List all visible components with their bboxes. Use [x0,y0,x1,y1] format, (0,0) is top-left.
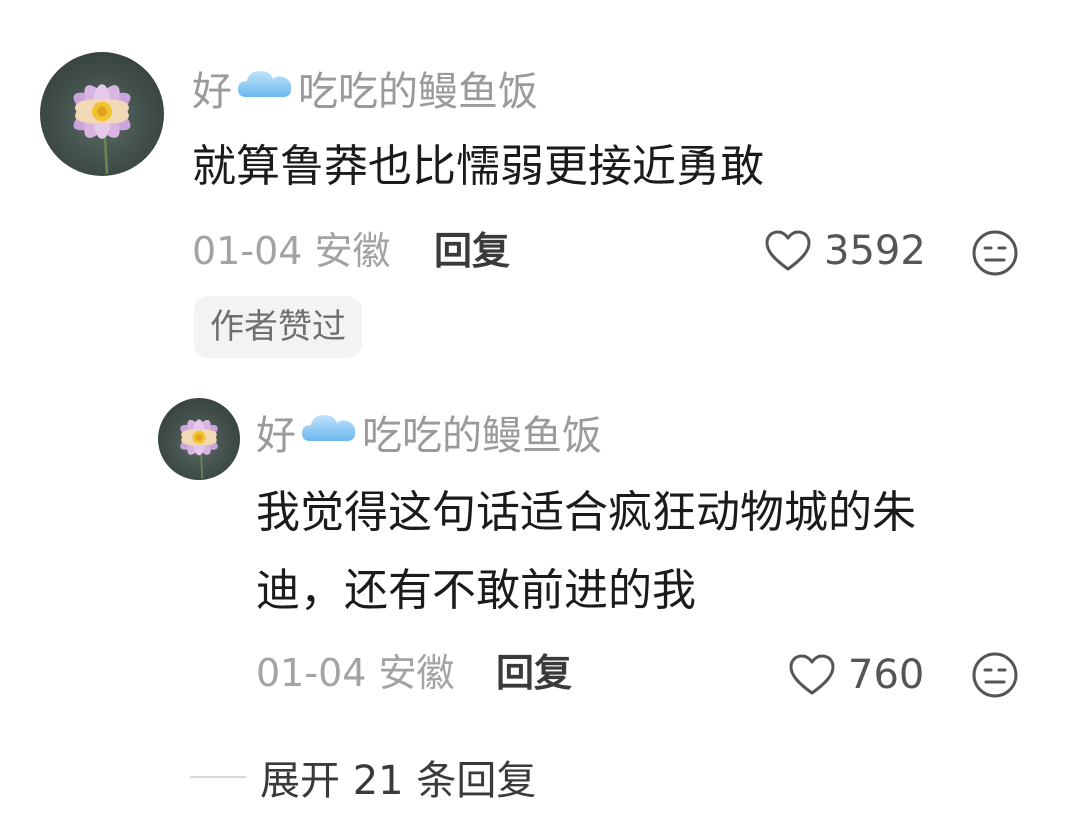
user-avatar[interactable] [40,52,164,176]
cloud-emoji-icon [300,409,358,455]
comment-meta: 01-04 安徽 [192,224,391,278]
reply-like-count: 760 [848,652,925,698]
reply-date: 01-04 [256,651,367,695]
lotus-avatar-icon [73,84,131,174]
like-button[interactable]: 3592 [764,222,926,280]
comment-text: 就算鲁莽也比懦弱更接近勇敢 [192,141,764,192]
reply-location: 安徽 [378,651,455,695]
author-liked-badge: 作者赞过 [194,296,362,358]
reply-dislike-button[interactable] [970,650,1020,700]
comment-location: 安徽 [314,229,391,273]
reply-meta: 01-04 安徽 [256,646,455,700]
username-suffix: 吃吃的鳗鱼饭 [298,69,538,115]
reply-reply-button[interactable]: 回复 [496,646,572,700]
reply-text-line-2: 迪，还有不敢前进的我 [256,565,696,616]
meh-face-icon [972,230,1018,276]
username-prefix: 好 [192,69,232,115]
username-prefix: 好 [256,413,296,459]
comment-date: 01-04 [192,229,303,273]
username-suffix: 吃吃的鳗鱼饭 [362,413,602,459]
lotus-avatar-icon [180,419,218,479]
like-count: 3592 [824,228,926,274]
reply-user-avatar[interactable] [158,398,240,480]
expand-replies-button[interactable]: 展开 21 条回复 [190,748,536,806]
cloud-emoji-icon [236,65,294,111]
reply-text-line-1: 我觉得这句话适合疯狂动物城的朱 [256,487,916,538]
reply-username[interactable]: 好 吃吃的鳗鱼饭 [256,404,602,460]
meh-face-icon [972,652,1018,698]
heart-outline-icon [789,654,835,695]
dislike-button[interactable] [970,228,1020,278]
comment-username[interactable]: 好 吃吃的鳗鱼饭 [192,60,538,116]
expand-divider [190,776,246,778]
heart-outline-icon [765,230,811,271]
expand-replies-label: 展开 21 条回复 [260,758,537,804]
reply-button[interactable]: 回复 [434,224,510,278]
reply-like-button[interactable]: 760 [788,646,924,704]
